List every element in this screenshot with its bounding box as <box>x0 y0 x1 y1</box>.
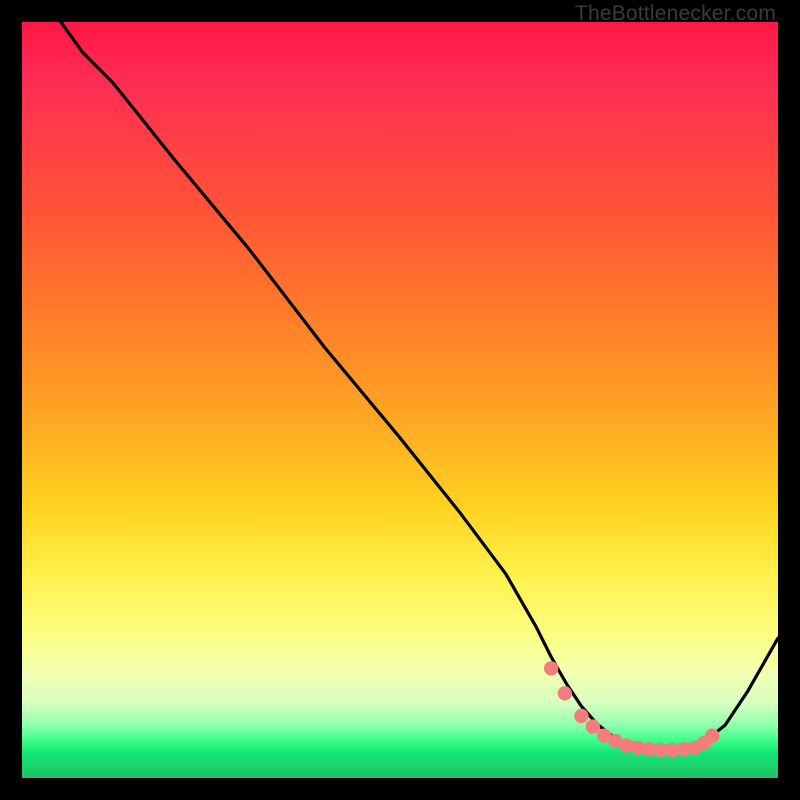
valley-marker <box>574 709 588 723</box>
valley-marker <box>586 719 600 733</box>
bottleneck-curve <box>45 22 778 751</box>
chart-frame <box>22 22 778 778</box>
plot-area <box>22 22 778 778</box>
valley-marker <box>558 686 572 700</box>
chart-svg <box>22 22 778 778</box>
valley-marker <box>544 661 558 675</box>
valley-markers <box>544 661 719 757</box>
valley-marker <box>705 729 719 743</box>
